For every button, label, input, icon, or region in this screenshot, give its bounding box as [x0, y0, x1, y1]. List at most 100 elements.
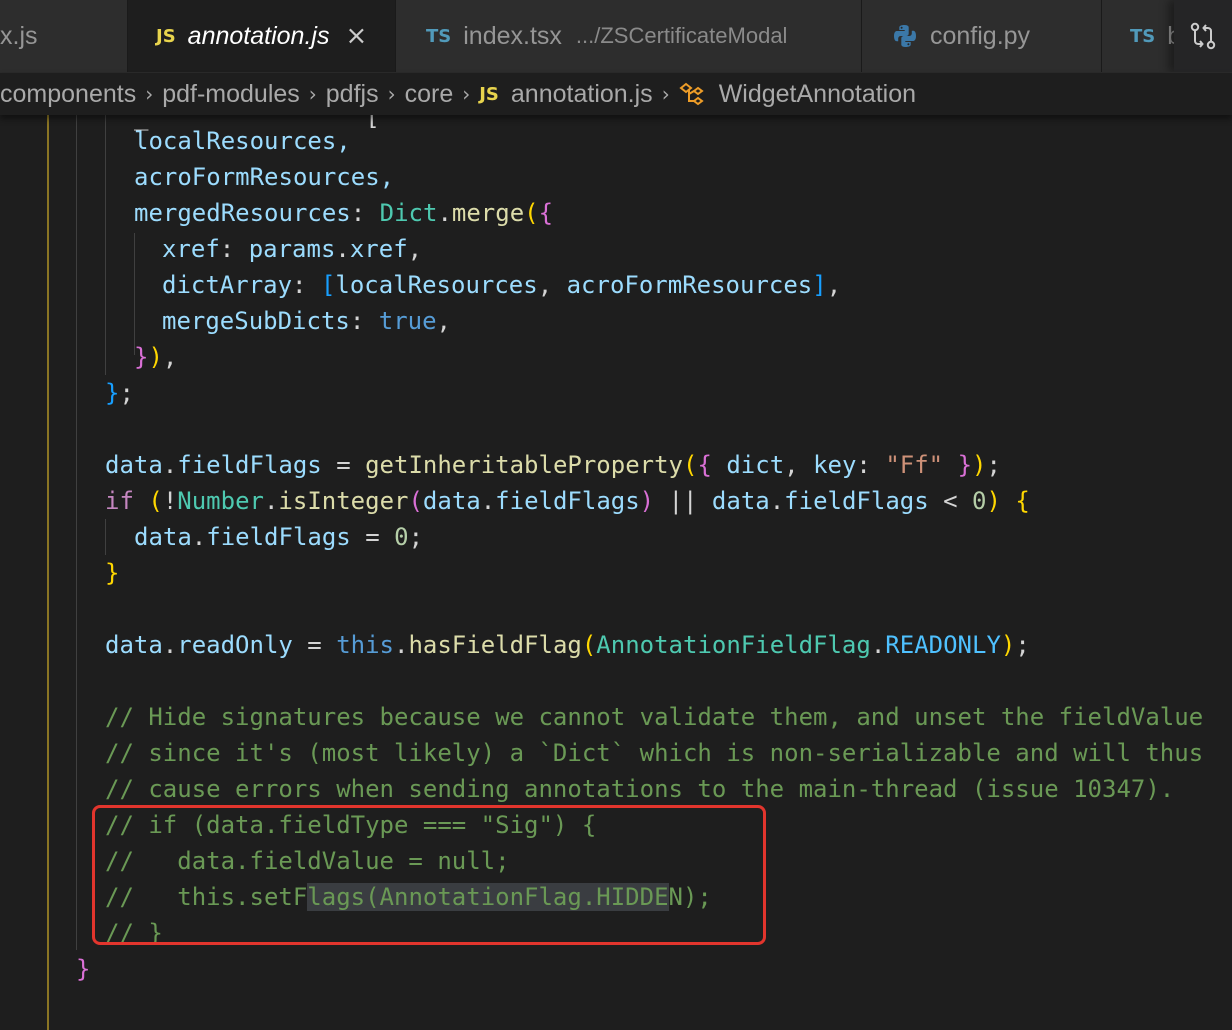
tab-index-tsx[interactable]: TS index.tsx .../ZSCertificateModal [396, 0, 862, 72]
breadcrumb: components › pdf-modules › pdfjs › core … [0, 73, 1232, 115]
code-token: fieldFlags [177, 451, 322, 479]
code-comment: // cause errors when sending annotations… [105, 775, 1175, 803]
active-indent-guide [47, 115, 49, 1030]
tab-config-py[interactable]: config.py [862, 0, 1102, 72]
code-token: READONLY [885, 631, 1001, 659]
code-token: N); [668, 883, 712, 911]
code-editor[interactable]: _ [ localResources, acroFormResources, m… [0, 115, 1232, 1030]
code-token: localResources [335, 271, 538, 299]
code-token: getInheritableProperty [365, 451, 683, 479]
code-line: if (!Number.isInteger(data.fieldFlags) |… [105, 487, 1030, 515]
code-line: dictArray: [localResources, acroFormReso… [162, 271, 842, 299]
code-token: merge [451, 199, 525, 227]
code-token: fieldFlags [206, 523, 351, 551]
breadcrumb-item-components[interactable]: components [0, 80, 136, 109]
code-token: data [105, 631, 163, 659]
code-comment: // if (data.fieldType === "Sig") { [105, 811, 597, 839]
git-compare-icon [1190, 22, 1216, 50]
code-token: 0 [394, 523, 409, 551]
code-line: mergedResources: Dict.merge({ [134, 199, 554, 227]
breadcrumb-label: WidgetAnnotation [718, 79, 917, 108]
code-line: data.fieldFlags = getInheritableProperty… [105, 451, 1001, 479]
javascript-file-icon: JS [479, 83, 499, 105]
tab-label: index.tsx [463, 21, 562, 50]
code-token: 0 [972, 487, 987, 515]
tab-label: config.py [930, 21, 1031, 50]
code-line: }; [105, 379, 134, 407]
code-comment: // } [105, 919, 163, 947]
typescript-file-icon: TS [426, 25, 452, 47]
tab-label: x.js [0, 21, 38, 50]
symbol-class-icon [679, 82, 704, 106]
python-icon [894, 25, 916, 47]
code-token: key [813, 451, 857, 479]
code-token: Number [177, 487, 264, 515]
tab-description: .../ZSCertificateModal [575, 23, 788, 48]
indent-guide [105, 115, 106, 375]
code-token: hasFieldFlag [408, 631, 582, 659]
code-comment: // since it's (most likely) a `Dict` whi… [105, 739, 1204, 767]
tab-label: annotation.js [187, 21, 330, 50]
code-token: dict [726, 451, 785, 479]
code-token: acroFormResources, [134, 163, 395, 191]
breadcrumb-item-annotation-js[interactable]: JS annotation.js [479, 80, 652, 109]
breadcrumb-label: pdfjs [325, 79, 379, 108]
code-token: AnnotationFieldFlag [596, 631, 871, 659]
code-token: xref [349, 235, 408, 263]
breadcrumb-item-pdf-modules[interactable]: pdf-modules [162, 80, 300, 109]
breadcrumb-item-core[interactable]: core [405, 80, 454, 109]
code-line: data.readOnly = this.hasFieldFlag(Annota… [105, 631, 1030, 659]
chevron-right-icon: › [661, 82, 670, 106]
code-comment: // Hide signatures because we cannot val… [105, 703, 1204, 731]
code-token: this [336, 631, 394, 659]
code-token: mergeSubDicts [162, 307, 350, 335]
code-token: true [378, 307, 437, 335]
code-token: data [134, 523, 192, 551]
code-token: params [248, 235, 336, 263]
code-token: data [422, 487, 481, 515]
code-token: mergedResources [134, 199, 351, 227]
code-token: if [105, 487, 134, 515]
indent-guide [105, 519, 106, 555]
code-line: data.fieldFlags = 0; [134, 523, 424, 551]
code-token: localResources, [134, 127, 351, 155]
code-line: }), [134, 343, 178, 371]
tab-x-js[interactable]: x.js [0, 0, 128, 72]
breadcrumb-item-widget-annotation[interactable]: WidgetAnnotation [679, 80, 916, 109]
chevron-right-icon: › [387, 82, 396, 106]
chevron-right-icon: › [462, 82, 471, 106]
javascript-file-icon: JS [156, 25, 176, 47]
code-token: data [105, 451, 163, 479]
tab-annotation-js[interactable]: JS annotation.js × [128, 0, 396, 72]
code-token: fieldFlags [495, 487, 640, 515]
code-token: xref [162, 235, 220, 263]
code-comment: // this.setFlags(AnnotationFlag.HIDDEN); [105, 879, 712, 915]
text-selection: lags(AnnotationFlag.HIDDE [307, 883, 669, 911]
code-line: mergeSubDicts: true, [162, 307, 451, 335]
editor-tab-bar: x.js JS annotation.js × TS index.tsx ...… [0, 0, 1232, 73]
breadcrumb-label: pdf-modules [162, 79, 300, 108]
typescript-file-icon: TS [1130, 25, 1156, 47]
close-icon[interactable]: × [345, 21, 367, 51]
code-line: acroFormResources, [134, 159, 394, 195]
code-line: } [105, 559, 120, 587]
code-comment: // data.fieldValue = null; [105, 847, 510, 875]
breadcrumb-item-pdfjs[interactable]: pdfjs [326, 80, 379, 109]
breadcrumb-label: core [404, 79, 454, 108]
code-token: "Ff" [885, 451, 944, 479]
code-line: localResources, [134, 123, 351, 159]
indent-guide [134, 233, 135, 355]
code-token: isInteger [278, 487, 409, 515]
breadcrumb-label: components [0, 79, 137, 108]
code-token: data [711, 487, 770, 515]
indent-guide [76, 115, 77, 950]
code-line: } [76, 955, 91, 983]
code-token: Dict [379, 199, 438, 227]
code-token: fieldFlags [784, 487, 929, 515]
code-line: xref: params.xref, [162, 235, 423, 263]
chevron-right-icon: › [145, 82, 154, 106]
open-changes-button[interactable] [1174, 0, 1232, 72]
code-token: readOnly [177, 631, 293, 659]
code-token: acroFormResources [566, 271, 813, 299]
code-token: // this.setF [105, 883, 308, 911]
